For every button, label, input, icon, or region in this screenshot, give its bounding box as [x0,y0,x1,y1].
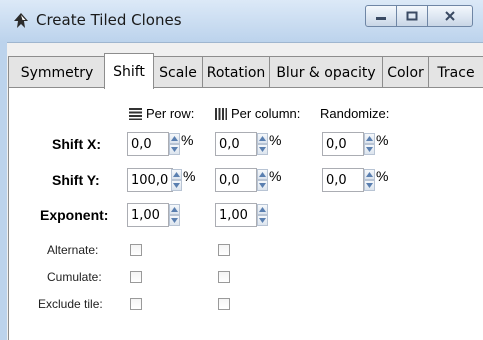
columns-icon [215,108,227,120]
alternate-per-column-checkbox[interactable] [218,244,230,256]
shift-x-per-row-input[interactable] [127,132,169,156]
spin-down-icon[interactable] [364,180,375,191]
shift-y-per-row-spin: % [127,168,195,192]
spin-arrows [257,169,268,191]
exponent-per-column-spin [215,203,275,227]
per-column-header: Per column: [215,106,300,121]
minimize-button[interactable] [365,5,397,27]
rows-icon [129,108,142,120]
close-button[interactable] [427,5,473,27]
shift-y-per-column-spin: % [215,168,281,192]
spin-arrows [171,169,182,191]
exclude-tile-label: Exclude tile: [38,297,103,311]
window-edge [0,42,7,340]
cumulate-per-column-checkbox[interactable] [218,271,230,283]
spin-arrows [257,133,268,155]
per-column-label: Per column: [231,106,301,121]
shift-y-per-column-input[interactable] [215,168,257,192]
tab-bar: Symmetry Shift Scale Rotation Blur & opa… [8,53,483,89]
spin-down-icon[interactable] [169,144,180,155]
spin-arrows [364,169,375,191]
exponent-per-row-spin [127,203,187,227]
percent-unit: % [376,168,389,184]
spin-arrows [169,133,180,155]
maximize-icon [406,11,418,21]
spin-up-icon[interactable] [257,169,268,180]
tab-symmetry[interactable]: Symmetry [8,56,106,88]
spin-up-icon[interactable] [364,133,375,144]
tab-trace[interactable]: Trace [428,56,483,88]
shift-x-label: Shift X: [52,136,101,152]
spin-arrows [169,204,180,226]
spin-up-icon[interactable] [171,169,182,180]
shift-x-randomize-input[interactable] [322,132,364,156]
shift-x-per-column-input[interactable] [215,132,257,156]
exponent-per-row-input[interactable] [127,203,169,227]
tab-label: Blur & opacity [276,64,376,81]
shift-y-label: Shift Y: [52,172,100,188]
exclude-tile-per-row-checkbox[interactable] [130,298,142,310]
minimize-icon [376,17,386,20]
tab-label: Symmetry [20,64,94,81]
alternate-per-row-checkbox[interactable] [130,244,142,256]
shift-x-per-row-spin: % [127,132,193,156]
shift-y-per-row-input[interactable] [127,168,173,192]
tab-color[interactable]: Color [382,56,429,88]
spin-down-icon[interactable] [257,180,268,191]
spin-down-icon[interactable] [257,144,268,155]
shift-panel: Per row: Per column: Randomize: Shift X:… [8,87,483,340]
randomize-header: Randomize: [320,106,390,121]
tab-scale[interactable]: Scale [153,56,203,88]
exponent-per-column-input[interactable] [215,203,257,227]
shift-y-randomize-input[interactable] [322,168,364,192]
tab-blur-opacity[interactable]: Blur & opacity [269,56,383,88]
spin-up-icon[interactable] [257,133,268,144]
tab-rotation[interactable]: Rotation [202,56,270,88]
per-row-label: Per row: [146,106,195,121]
spin-up-icon[interactable] [169,133,180,144]
tab-label: Color [387,64,424,81]
window-title: Create Tiled Clones [36,11,182,29]
percent-unit: % [376,132,389,148]
spin-arrows [364,133,375,155]
shift-x-per-column-spin: % [215,132,281,156]
create-tiled-clones-dialog: Create Tiled Clones Symmetry Shift Scale… [0,0,483,340]
tab-shift[interactable]: Shift [104,53,154,89]
spin-down-icon[interactable] [169,215,180,226]
tab-label: Shift [113,63,145,80]
shift-y-randomize-spin: % [322,168,388,192]
tab-label: Trace [437,64,475,81]
percent-unit: % [269,168,282,184]
maximize-button[interactable] [396,5,428,27]
percent-unit: % [181,132,194,148]
alternate-label: Alternate: [47,243,99,257]
tab-label: Scale [159,64,197,81]
exclude-tile-per-column-checkbox[interactable] [218,298,230,310]
spin-up-icon[interactable] [169,204,180,215]
cumulate-per-row-checkbox[interactable] [130,271,142,283]
spin-down-icon[interactable] [257,215,268,226]
inkscape-icon [14,13,28,28]
spin-up-icon[interactable] [364,169,375,180]
percent-unit: % [269,132,282,148]
title-bar: Create Tiled Clones [0,0,483,43]
shift-x-randomize-spin: % [322,132,388,156]
spin-down-icon[interactable] [364,144,375,155]
percent-unit: % [183,168,196,184]
tab-label: Rotation [206,64,266,81]
spin-down-icon[interactable] [171,180,182,191]
cumulate-label: Cumulate: [47,270,102,284]
per-row-header: Per row: [129,106,194,121]
spin-arrows [257,204,268,226]
close-icon [445,11,455,21]
exponent-label: Exponent: [40,207,109,223]
spin-up-icon[interactable] [257,204,268,215]
